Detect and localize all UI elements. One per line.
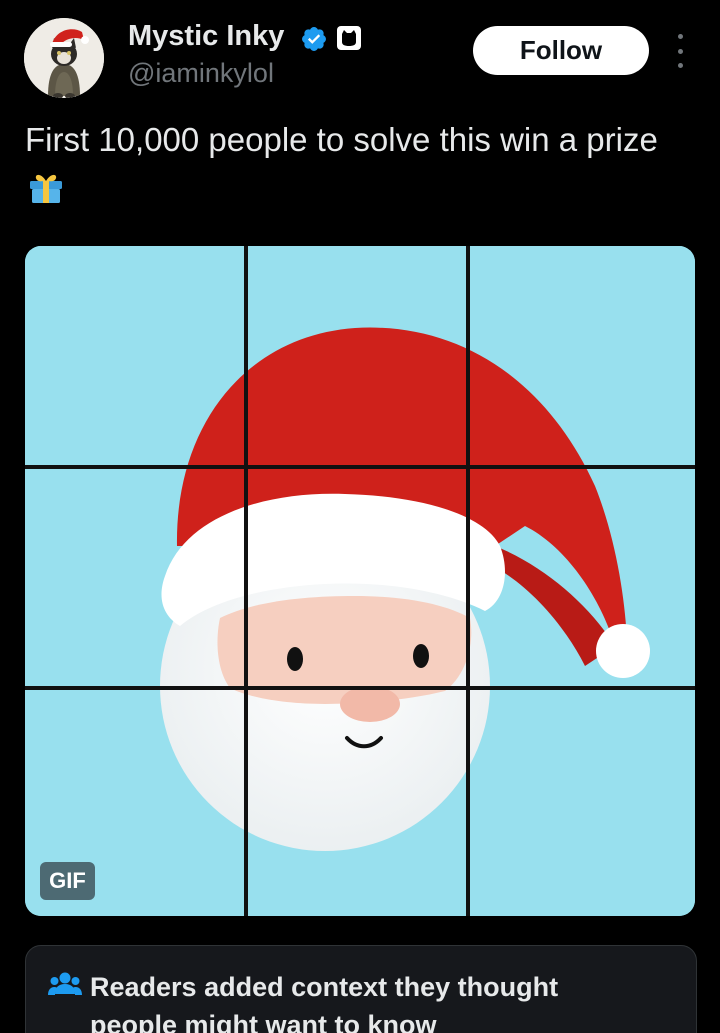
tweet-text: First 10,000 people to solve this win a … xyxy=(25,116,695,212)
tweet-media-gif[interactable] xyxy=(25,246,695,916)
author-handle[interactable]: @iaminkylol xyxy=(128,58,274,89)
verified-badge-icon xyxy=(302,27,326,51)
wrapped-gift-icon xyxy=(30,174,62,203)
community-note-text: Readers added context they thought peopl… xyxy=(90,972,559,1033)
avatar-cat-santa-image xyxy=(24,18,104,98)
community-note-card[interactable]: Readers added context they thought peopl… xyxy=(25,945,697,1033)
follow-button[interactable]: Follow xyxy=(473,26,649,75)
tweet-view: Mystic Inky @iaminkylol Follow First 10,… xyxy=(0,0,720,1033)
people-icon xyxy=(48,972,82,995)
author-name[interactable]: Mystic Inky xyxy=(128,20,284,53)
santa-puzzle-image xyxy=(25,246,695,916)
more-vertical-icon[interactable] xyxy=(668,34,692,68)
gif-badge: GIF xyxy=(40,862,95,900)
cat-badge-icon xyxy=(337,26,361,50)
tweet-text-body: First 10,000 people to solve this win a … xyxy=(25,121,658,158)
avatar[interactable] xyxy=(24,18,104,98)
